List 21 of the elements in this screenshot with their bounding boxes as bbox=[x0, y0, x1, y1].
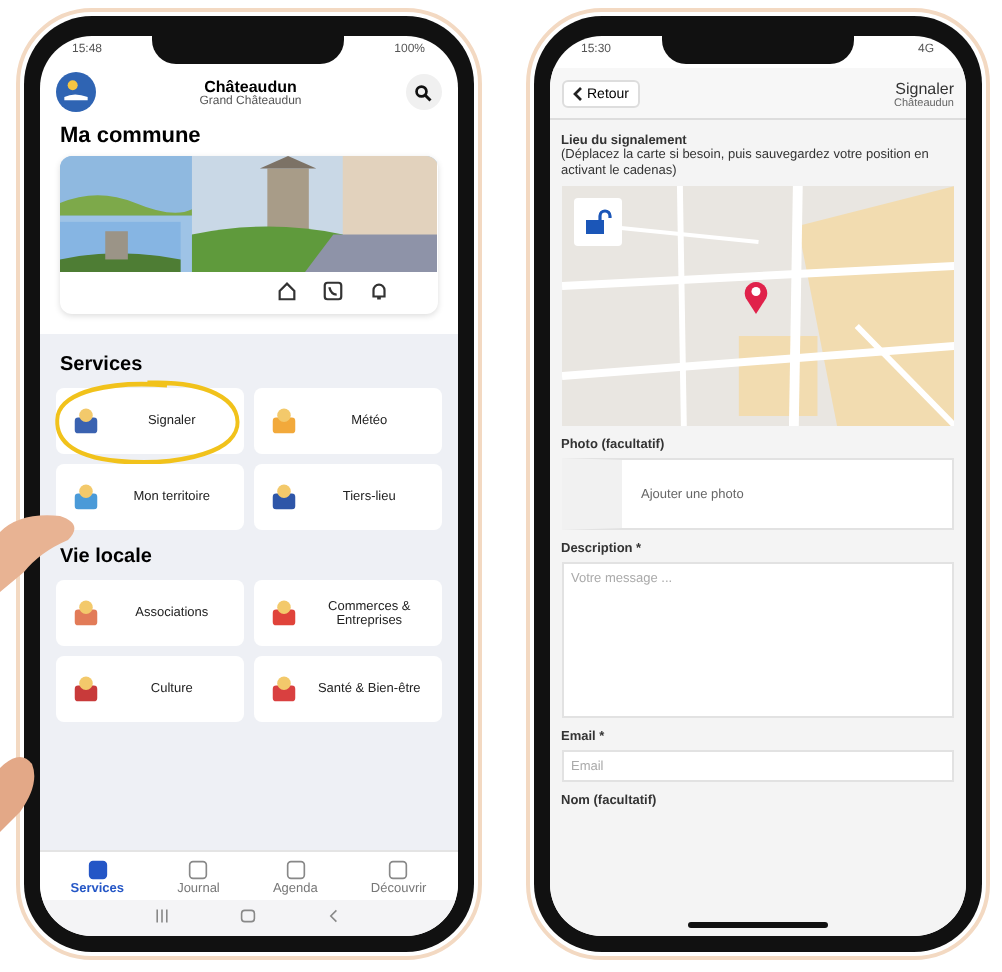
recent-apps-icon[interactable] bbox=[154, 908, 171, 924]
section-title: Ma commune bbox=[58, 122, 203, 152]
screen-title: Signaler bbox=[895, 80, 954, 98]
nav-icon bbox=[388, 860, 409, 880]
nav-icon bbox=[188, 860, 209, 880]
app-title: Châteaudun bbox=[204, 77, 297, 95]
phone-icon[interactable] bbox=[321, 280, 343, 302]
logo-icon bbox=[56, 72, 96, 112]
back-icon[interactable] bbox=[326, 908, 343, 924]
search-icon bbox=[414, 83, 432, 101]
nav-icon bbox=[87, 860, 108, 880]
lock-button[interactable] bbox=[573, 198, 621, 247]
home-button-icon[interactable] bbox=[240, 908, 257, 924]
search-button[interactable] bbox=[405, 74, 441, 110]
section-title: Services bbox=[58, 352, 145, 380]
chevron-left-icon bbox=[571, 86, 583, 102]
section-title: Vie locale bbox=[58, 544, 154, 572]
map-pin-icon bbox=[741, 278, 769, 315]
bell-icon[interactable] bbox=[367, 280, 389, 302]
nav-icon bbox=[285, 860, 306, 880]
home-icon[interactable] bbox=[275, 280, 297, 302]
